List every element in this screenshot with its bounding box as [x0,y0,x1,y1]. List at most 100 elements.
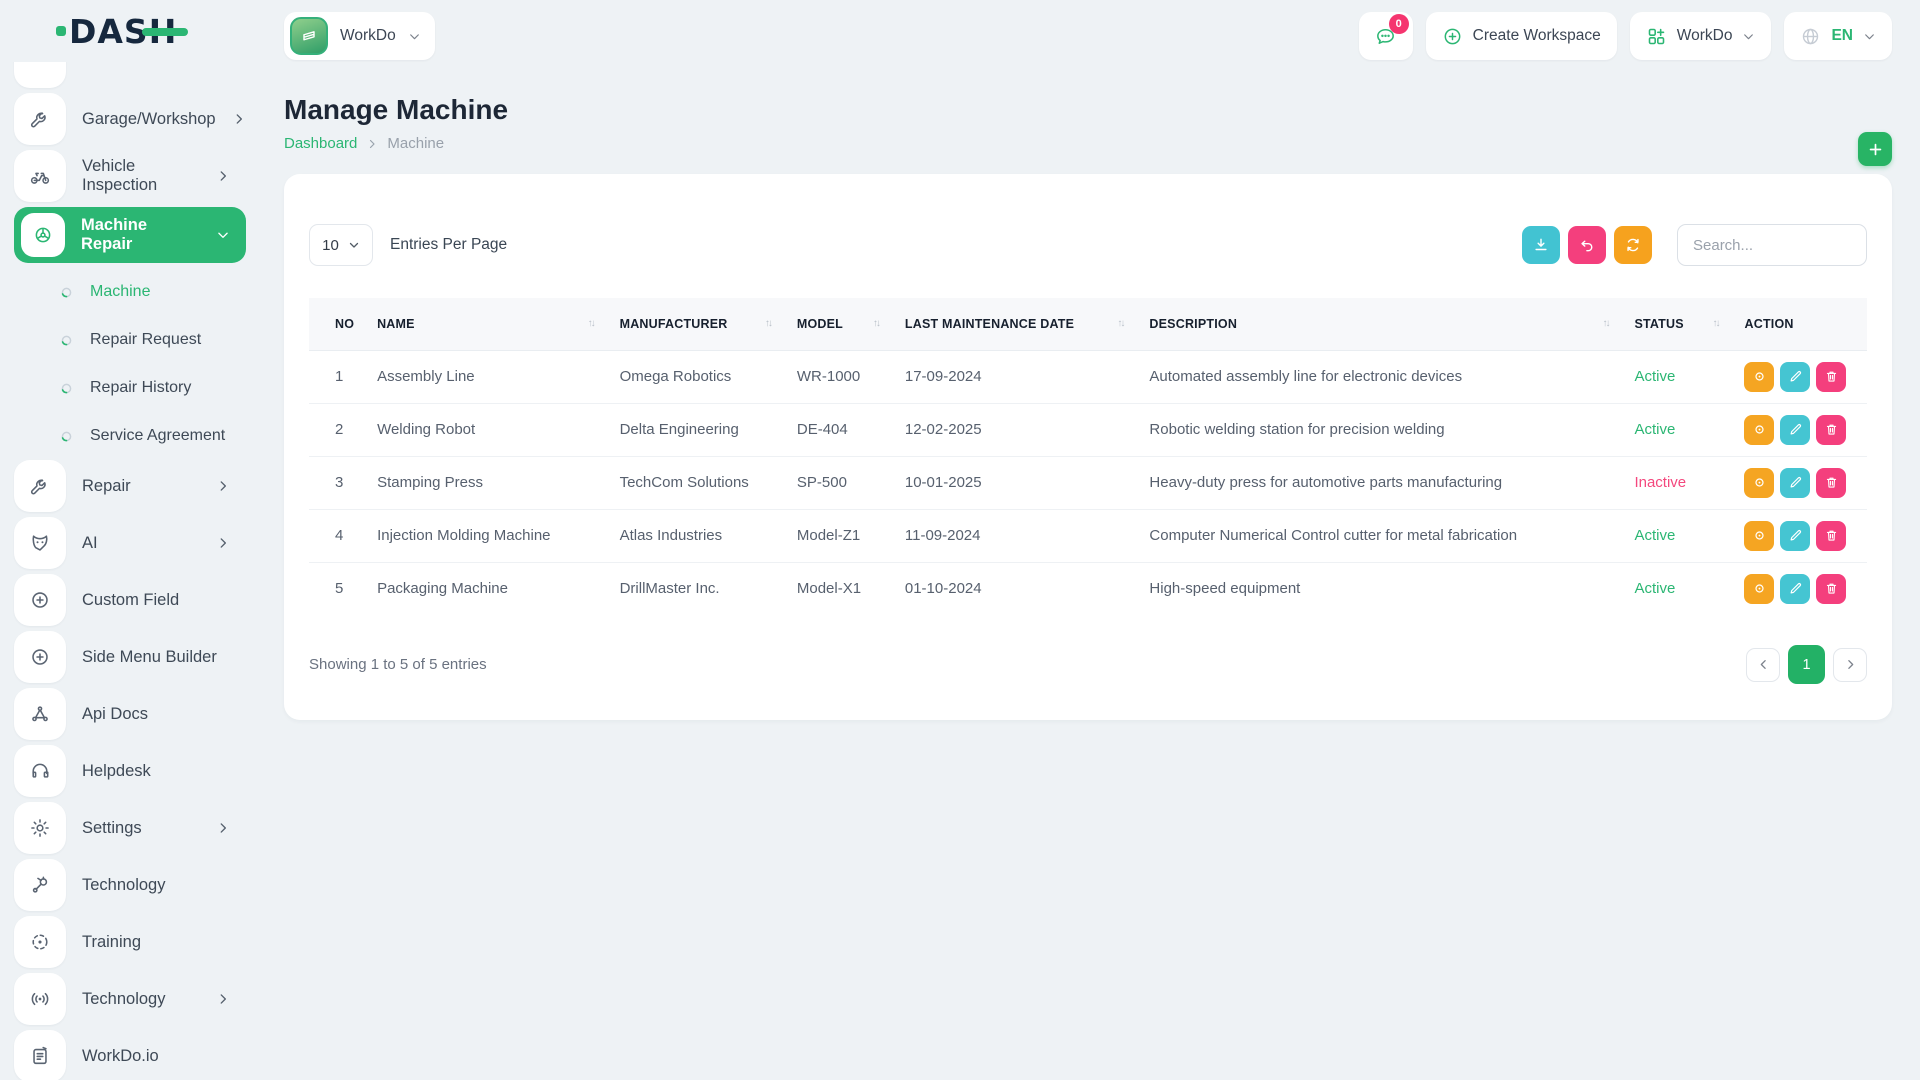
apps-dropdown[interactable]: WorkDo [1629,12,1772,60]
sprocket-icon [14,859,66,911]
column-header-last-maintenance-date[interactable]: LAST MAINTENANCE DATE ↑↓ [894,298,1140,351]
prev-page-button[interactable] [1746,647,1780,682]
entries-per-page-select[interactable]: 10 [309,224,373,266]
cell-name: Injection Molding Machine [367,509,610,563]
export-button[interactable] [1522,226,1560,264]
column-header-description[interactable]: DESCRIPTION ↑↓ [1139,298,1625,351]
view-button[interactable] [1744,520,1775,551]
sidebar-item-api-docs[interactable]: Api Docs [14,688,246,740]
sidebar-subitem-repair-history[interactable]: Repair History [14,364,256,412]
sidebar-item-workdo-io[interactable]: WorkDo.io [14,1030,246,1080]
breadcrumb: Dashboard Machine [284,135,1892,152]
delete-button[interactable] [1816,361,1847,392]
sidebar-item-label: Technology [82,989,166,1008]
sidebar-subitem-repair-request[interactable]: Repair Request [14,316,256,364]
sidebar-subitem-label: Machine [90,283,151,300]
cell-no: 4 [309,509,368,563]
sidebar-item-garage-workshop[interactable]: Garage/Workshop [14,93,246,145]
search-input[interactable] [1677,224,1867,266]
sidebar-item-vehicle-inspection[interactable]: Vehicle Inspection [14,150,246,202]
sidebar-subitem-service-agreement[interactable]: Service Agreement [14,412,256,460]
cell-description: Computer Numerical Control cutter for me… [1139,509,1625,563]
sort-icon[interactable]: ↑↓ [1712,318,1724,329]
delete-button[interactable] [1816,467,1847,498]
sort-icon[interactable]: ↑↓ [765,318,777,329]
cell-action [1734,562,1867,615]
messages-button[interactable]: 0 [1358,12,1413,60]
refresh-button[interactable] [1614,226,1652,264]
next-page-button[interactable] [1833,647,1867,682]
sidebar-item-repair[interactable]: Repair [14,460,246,512]
motorbike-icon [14,150,66,202]
sidebar-item-label: WorkDo.io [82,1046,159,1065]
dash-logo[interactable]: DASH [56,12,188,51]
view-button[interactable] [1744,414,1775,445]
cell-action [1734,509,1867,563]
sort-icon[interactable]: ↑↓ [873,318,885,329]
column-header-name[interactable]: NAME ↑↓ [367,298,610,351]
sort-icon[interactable]: ↑↓ [1602,318,1614,329]
add-machine-button[interactable] [1858,132,1892,166]
sidebar-item-ai[interactable]: AI [14,517,246,569]
view-button[interactable] [1744,467,1775,498]
cell-name: Welding Robot [367,403,610,457]
column-header-manufacturer[interactable]: MANUFACTURER ↑↓ [609,298,787,351]
sidebar-item-technology[interactable]: Technology [14,859,246,911]
cell-last-maintenance-date: 12-02-2025 [894,403,1140,457]
language-dropdown[interactable]: EN [1784,12,1892,60]
cell-status: Inactive [1624,456,1735,510]
undo-button[interactable] [1568,226,1606,264]
topbar: WorkDo 0 Create Workspace WorkDo EN [256,0,1920,72]
column-header-label: ACTION [1744,316,1794,331]
column-header-no: NO [309,298,368,351]
edit-button[interactable] [1780,467,1811,498]
edit-button[interactable] [1780,573,1811,604]
api-nodes-icon [14,688,66,740]
wrench-icon [14,460,66,512]
broadcast-icon [14,973,66,1025]
apps-label: WorkDo [1676,27,1733,44]
sidebar-item-machine-repair[interactable]: Machine Repair [14,207,246,263]
column-header-label: DESCRIPTION [1149,316,1238,331]
sidebar-item-training[interactable]: Training [14,916,246,968]
sidebar-item-scrolled-partial[interactable] [14,62,246,88]
cell-manufacturer: Atlas Industries [609,509,787,563]
breadcrumb-dashboard-link[interactable]: Dashboard [284,135,357,152]
sidebar-item-technology[interactable]: Technology [14,973,246,1025]
sidebar-item-label: Technology [82,875,166,894]
view-button[interactable] [1744,361,1775,392]
create-workspace-button[interactable]: Create Workspace [1425,12,1617,60]
sidebar-item-side-menu-builder[interactable]: Side Menu Builder [14,631,246,683]
sort-icon[interactable]: ↑↓ [588,318,600,329]
sort-icon[interactable]: ↑↓ [1117,318,1129,329]
column-header-label: STATUS [1634,316,1684,331]
sidebar-item-custom-field[interactable]: Custom Field [14,574,246,626]
status-badge: Inactive [1634,474,1687,491]
table-row: 2 Welding Robot Delta Engineering DE-404 12-… [309,403,1867,457]
sidebar-subitem-label: Repair Request [90,331,202,348]
plus-circle-icon [14,631,66,683]
chevron-right-icon [216,821,230,835]
delete-button[interactable] [1816,573,1847,604]
page-1-button[interactable]: 1 [1788,645,1825,684]
delete-button[interactable] [1816,414,1847,445]
sidebar-item-helpdesk[interactable]: Helpdesk [14,745,246,797]
sidebar-item-label: Vehicle Inspection [82,157,158,194]
sidebar-subitem-machine[interactable]: Machine [14,268,256,316]
edit-button[interactable] [1780,520,1811,551]
chevron-right-icon [216,479,230,493]
view-button[interactable] [1744,573,1775,604]
column-header-inner: NO [335,317,357,331]
cell-last-maintenance-date: 10-01-2025 [894,456,1140,510]
delete-button[interactable] [1816,520,1847,551]
plus-circle-icon [1442,26,1463,47]
column-header-status[interactable]: STATUS ↑↓ [1624,298,1735,351]
workspace-selector[interactable]: WorkDo [284,12,435,60]
column-header-model[interactable]: MODEL ↑↓ [786,298,895,351]
main-area: WorkDo 0 Create Workspace WorkDo EN Mana… [256,0,1920,1080]
edit-button[interactable] [1780,361,1811,392]
column-header-label: NO [335,316,355,331]
edit-button[interactable] [1780,414,1811,445]
focus-icon [14,916,66,968]
sidebar-item-settings[interactable]: Settings [14,802,246,854]
